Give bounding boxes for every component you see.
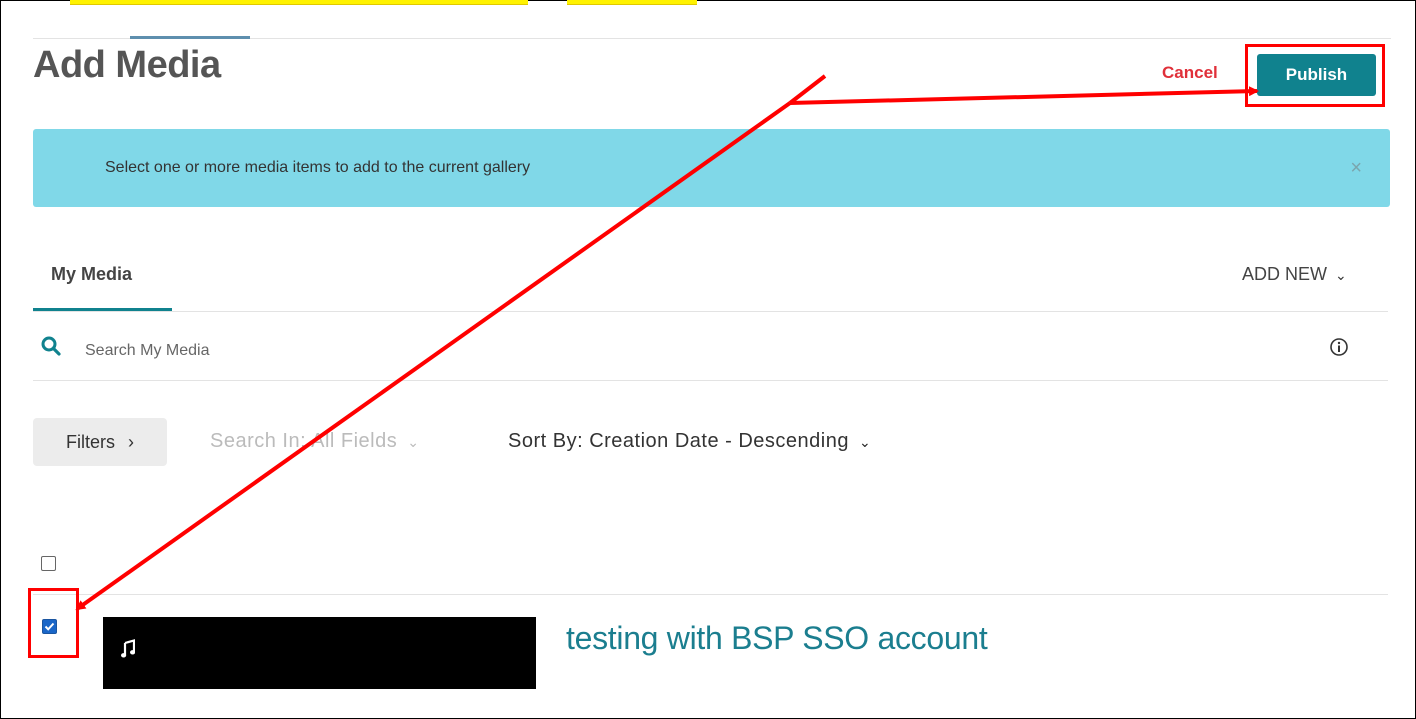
info-icon[interactable] bbox=[1329, 337, 1349, 362]
tab-my-media-label: My Media bbox=[51, 264, 133, 284]
page-title: Add Media bbox=[33, 44, 221, 86]
chevron-down-icon: ⌄ bbox=[407, 434, 420, 450]
search-in-label: Search In: All Fields bbox=[210, 430, 398, 452]
media-item-title[interactable]: testing with BSP SSO account bbox=[566, 620, 988, 657]
search-in-dropdown[interactable]: Search In: All Fields ⌄ bbox=[210, 430, 419, 453]
top-accent-bar bbox=[130, 36, 250, 39]
highlight-mark bbox=[567, 0, 697, 5]
list-divider bbox=[33, 594, 1388, 595]
music-note-icon bbox=[121, 639, 136, 664]
select-all-checkbox[interactable] bbox=[41, 556, 56, 571]
sort-by-label: Sort By: Creation Date - Descending bbox=[508, 430, 849, 452]
search-divider bbox=[33, 380, 1388, 381]
filters-label: Filters bbox=[65, 431, 115, 452]
sort-by-dropdown[interactable]: Sort By: Creation Date - Descending ⌄ bbox=[508, 430, 871, 453]
close-icon[interactable]: × bbox=[1350, 157, 1362, 180]
banner-message: Select one or more media items to add to… bbox=[105, 159, 531, 176]
media-item-checkbox[interactable] bbox=[42, 619, 57, 634]
cancel-button[interactable]: Cancel bbox=[1162, 63, 1218, 83]
tab-my-media[interactable]: My Media bbox=[33, 262, 172, 311]
chevron-right-icon: › bbox=[128, 431, 134, 452]
add-new-label: ADD NEW bbox=[1242, 264, 1327, 284]
info-banner: Select one or more media items to add to… bbox=[33, 129, 1390, 207]
publish-button[interactable]: Publish bbox=[1257, 54, 1376, 96]
filters-button[interactable]: Filters › bbox=[33, 418, 167, 466]
checkmark-icon bbox=[44, 622, 55, 631]
highlight-mark bbox=[70, 0, 528, 5]
search-bar bbox=[33, 330, 1388, 380]
chevron-down-icon: ⌄ bbox=[859, 434, 872, 450]
search-icon bbox=[41, 336, 61, 361]
add-new-dropdown[interactable]: ADD NEW ⌄ bbox=[1242, 264, 1347, 285]
tabs-divider bbox=[33, 311, 1388, 312]
search-input[interactable] bbox=[83, 335, 987, 367]
chevron-down-icon: ⌄ bbox=[1335, 267, 1347, 283]
media-thumbnail[interactable] bbox=[103, 617, 536, 689]
